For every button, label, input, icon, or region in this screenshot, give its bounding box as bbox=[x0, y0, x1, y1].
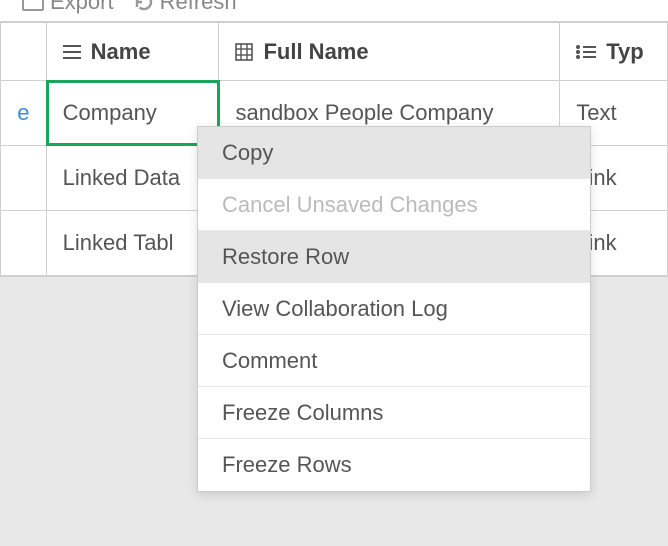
bullets-icon bbox=[576, 45, 596, 59]
refresh-label: Refresh bbox=[160, 0, 237, 15]
menu-item-freeze-rows[interactable]: Freeze Rows bbox=[198, 439, 590, 491]
list-icon bbox=[63, 45, 81, 59]
menu-item-restore-row[interactable]: Restore Row bbox=[198, 231, 590, 283]
row-link-cell[interactable] bbox=[0, 146, 47, 210]
menu-item-collab-log[interactable]: View Collaboration Log bbox=[198, 283, 590, 335]
cell-name[interactable]: Company bbox=[47, 81, 220, 145]
column-label: Typ bbox=[606, 39, 643, 65]
cell-name[interactable]: Linked Tabl bbox=[47, 211, 220, 275]
refresh-button[interactable]: Refresh bbox=[134, 0, 237, 15]
menu-item-copy[interactable]: Copy bbox=[198, 127, 590, 179]
menu-item-comment[interactable]: Comment bbox=[198, 335, 590, 387]
context-menu: Copy Cancel Unsaved Changes Restore Row … bbox=[197, 126, 591, 492]
menu-item-cancel-unsaved: Cancel Unsaved Changes bbox=[198, 179, 590, 231]
column-header-name[interactable]: Name bbox=[47, 23, 220, 80]
refresh-icon bbox=[134, 0, 154, 12]
column-header-type[interactable]: Typ bbox=[560, 23, 668, 80]
top-toolbar: Export Refresh bbox=[0, 0, 668, 22]
export-button[interactable]: Export bbox=[22, 0, 114, 15]
export-icon bbox=[22, 0, 44, 11]
column-label: Full Name bbox=[263, 39, 368, 65]
export-label: Export bbox=[50, 0, 114, 15]
header-spacer bbox=[0, 23, 47, 80]
row-link-cell[interactable] bbox=[0, 211, 47, 275]
table-header-row: Name Full Name Typ bbox=[0, 23, 668, 81]
row-link-cell[interactable]: e bbox=[0, 81, 47, 145]
cell-name[interactable]: Linked Data bbox=[47, 146, 220, 210]
column-header-fullname[interactable]: Full Name bbox=[219, 23, 560, 80]
grid-icon bbox=[235, 43, 253, 61]
column-label: Name bbox=[91, 39, 151, 65]
menu-item-freeze-columns[interactable]: Freeze Columns bbox=[198, 387, 590, 439]
